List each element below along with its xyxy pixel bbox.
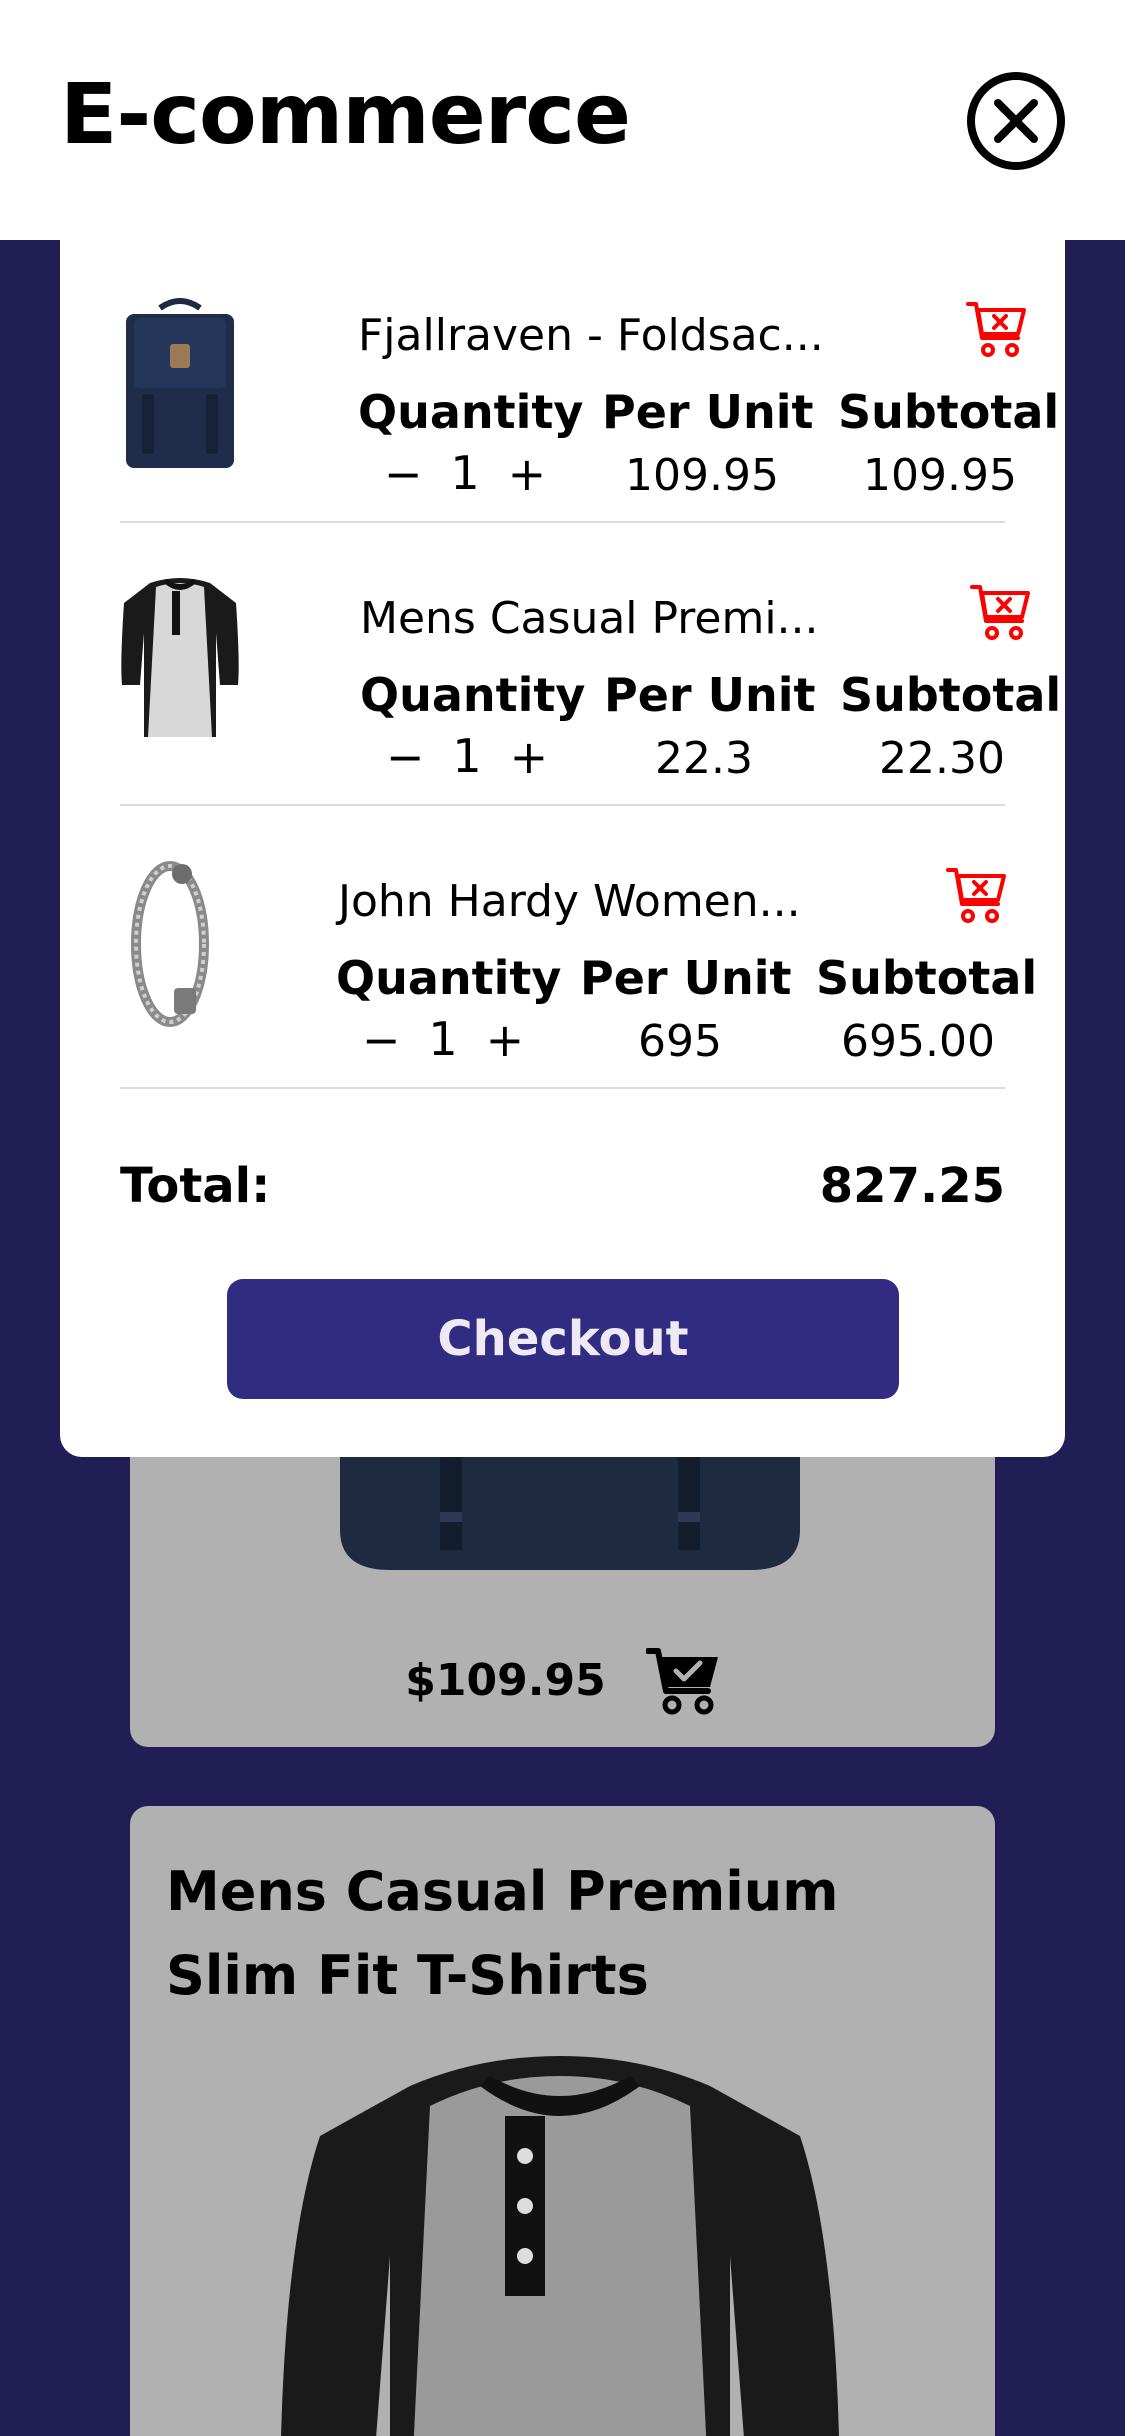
column-header-quantity: Quantity — [360, 668, 586, 722]
column-header-per-unit: Per Unit — [604, 668, 816, 722]
cart-item-name: John Hardy Women... — [338, 876, 801, 927]
per-unit-value: 109.95 — [625, 450, 779, 502]
column-header-quantity: Quantity — [336, 951, 562, 1005]
subtotal-value: 22.30 — [879, 733, 1005, 785]
checkout-button[interactable]: Checkout — [227, 1279, 899, 1399]
subtotal-column: Subtotal 109.95 — [838, 385, 1060, 503]
card-price-row: $109.95 — [130, 1645, 995, 1715]
close-icon — [994, 99, 1038, 143]
product-thumbnail-bracelet — [131, 861, 209, 1027]
quantity-column: Quantity − 1 + — [336, 951, 562, 1067]
quantity-column: Quantity − 1 + — [358, 385, 584, 501]
app-header: E-commerce — [0, 0, 1125, 240]
subtotal-column: Subtotal 22.30 — [840, 668, 1062, 786]
cart-panel: Fjallraven - Foldsac... Quantity − 1 + P… — [60, 240, 1065, 1457]
cart-remove-icon[interactable] — [946, 866, 1006, 924]
product-image-tshirt — [281, 2056, 839, 2436]
cart-item-name: Mens Casual Premi... — [360, 593, 819, 644]
subtotal-value: 695.00 — [841, 1016, 995, 1068]
subtotal-column: Subtotal 695.00 — [816, 951, 1038, 1069]
increment-button[interactable]: + — [508, 451, 547, 497]
decrement-button[interactable]: − — [362, 1017, 401, 1063]
per-unit-value: 22.3 — [655, 733, 753, 785]
product-price: $109.95 — [405, 1654, 606, 1706]
column-header-per-unit: Per Unit — [580, 951, 792, 1005]
cart-check-icon[interactable] — [645, 1645, 720, 1715]
product-thumbnail-backpack — [126, 298, 234, 468]
per-unit-column: Per Unit 22.3 — [604, 668, 816, 786]
column-header-subtotal: Subtotal — [816, 951, 1038, 1005]
column-header-subtotal: Subtotal — [840, 668, 1062, 722]
cart-remove-icon[interactable] — [970, 583, 1030, 641]
quantity-stepper: − 1 + — [358, 446, 572, 501]
cart-item-name: Fjallraven - Foldsac... — [358, 310, 824, 361]
total-label: Total: — [120, 1158, 271, 1214]
subtotal-value: 109.95 — [863, 450, 1017, 502]
total-value: 827.25 — [819, 1158, 1005, 1214]
cart-item: Mens Casual Premi... Quantity − 1 + Per … — [120, 523, 1061, 806]
per-unit-value: 695 — [638, 1016, 722, 1068]
product-thumbnail-tshirt — [121, 578, 239, 737]
per-unit-column: Per Unit 109.95 — [602, 385, 814, 503]
quantity-stepper: − 1 + — [336, 1012, 550, 1067]
quantity-value: 1 — [450, 446, 480, 501]
quantity-stepper: − 1 + — [360, 729, 574, 784]
close-cart-button[interactable] — [967, 72, 1065, 170]
quantity-value: 1 — [428, 1012, 458, 1067]
decrement-button[interactable]: − — [384, 451, 423, 497]
cart-item: Fjallraven - Foldsac... Quantity − 1 + P… — [120, 240, 1059, 523]
cart-item: John Hardy Women... Quantity − 1 + Per U… — [120, 806, 1037, 1089]
increment-button[interactable]: + — [486, 1017, 525, 1063]
increment-button[interactable]: + — [510, 734, 549, 780]
quantity-value: 1 — [452, 729, 482, 784]
cart-total-row: Total: 827.25 — [120, 1158, 1005, 1214]
column-header-subtotal: Subtotal — [838, 385, 1060, 439]
column-header-quantity: Quantity — [358, 385, 584, 439]
decrement-button[interactable]: − — [386, 734, 425, 780]
quantity-column: Quantity − 1 + — [360, 668, 586, 784]
app-title: E-commerce — [60, 65, 631, 163]
column-header-per-unit: Per Unit — [602, 385, 814, 439]
cart-remove-icon[interactable] — [966, 300, 1026, 358]
product-title: Mens Casual Premium Slim Fit T-Shirts — [166, 1860, 839, 2007]
product-card[interactable]: Mens Casual Premium Slim Fit T-Shirts — [130, 1806, 995, 2436]
per-unit-column: Per Unit 695 — [580, 951, 792, 1069]
